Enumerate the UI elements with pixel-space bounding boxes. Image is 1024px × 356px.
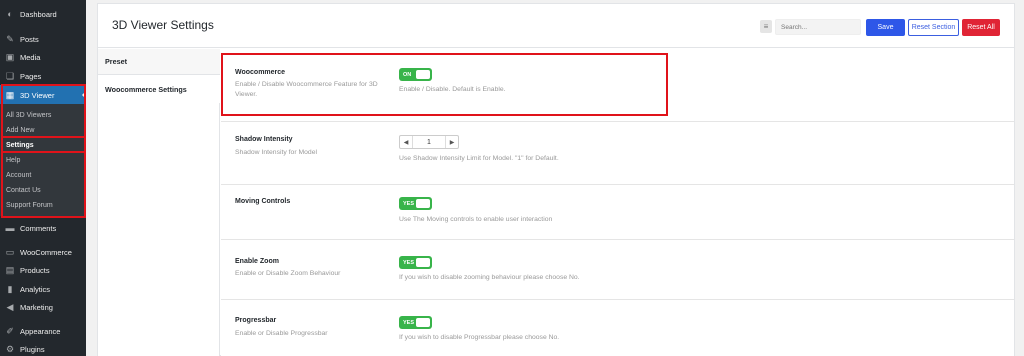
menu-item-comments[interactable]: ▬ Comments xyxy=(0,218,86,238)
analytics-icon: ▮ xyxy=(7,283,13,294)
setting-row-enable-zoom: Enable Zoom Enable or Disable Zoom Behav… xyxy=(221,240,1014,300)
tab-woocommerce-settings[interactable]: Woocommerce Settings xyxy=(98,75,220,103)
setting-help: Use The Moving controls to enable user i… xyxy=(399,216,553,223)
settings-panel: 3D Viewer Settings ≡ Save Reset Section … xyxy=(97,3,1015,356)
menu-item-pages[interactable]: ❏ Pages xyxy=(0,66,86,86)
setting-label: Progressbar xyxy=(235,317,277,324)
menu-item-posts[interactable]: ✎ Posts xyxy=(0,29,86,49)
decrement-icon[interactable]: ◀ xyxy=(400,136,412,148)
menu-item-analytics[interactable]: ▮ Analytics xyxy=(0,279,86,299)
menu-label: Plugins xyxy=(20,344,45,354)
setting-row-shadow-intensity: Shadow Intensity Shadow Intensity for Mo… xyxy=(221,122,1014,185)
settings-content: Woocommerce Enable / Disable Woocommerce… xyxy=(221,49,1014,356)
setting-help: If you wish to disable Progressbar pleas… xyxy=(399,334,560,341)
menu-label: Comments xyxy=(20,223,57,233)
save-button[interactable]: Save xyxy=(866,19,905,36)
menu-item-dashboard[interactable]: ◐ Dashboard xyxy=(0,4,86,24)
toggle-knob xyxy=(416,199,430,208)
menu-item-plugins[interactable]: ⚙ Plugins xyxy=(0,339,86,356)
progressbar-toggle[interactable]: YES xyxy=(399,316,432,329)
menu-item-appearance[interactable]: ✐ Appearance xyxy=(0,321,86,341)
menu-item-products[interactable]: ▤ Products xyxy=(0,260,86,280)
comments-icon: ▬ xyxy=(5,223,15,233)
page-title: 3D Viewer Settings xyxy=(112,18,214,32)
settings-tabs: Preset Woocommerce Settings xyxy=(98,49,220,356)
pages-icon: ❏ xyxy=(5,70,15,81)
setting-row-progressbar: Progressbar Enable or Disable Progressba… xyxy=(221,300,1014,356)
admin-sidebar: ◐ Dashboard ✎ Posts ▣ Media ❏ Pages ▦ 3D View… xyxy=(0,0,86,356)
menu-label: Marketing xyxy=(20,302,53,312)
setting-help: Use Shadow Intensity Limit for Model. "1… xyxy=(399,155,559,162)
woocommerce-icon: ▭ xyxy=(5,246,15,257)
shadow-intensity-stepper[interactable]: ◀ 1 ▶ xyxy=(399,135,459,149)
toggle-label: YES xyxy=(403,319,415,326)
setting-label: Enable Zoom xyxy=(235,258,279,265)
menu-item-media[interactable]: ▣ Media xyxy=(0,47,86,67)
setting-row-moving-controls: Moving Controls YES Use The Moving contr… xyxy=(221,185,1014,240)
search-input[interactable] xyxy=(775,19,861,35)
reset-section-button[interactable]: Reset Section xyxy=(908,19,959,36)
settings-header: 3D Viewer Settings ≡ Save Reset Section … xyxy=(98,4,1014,48)
menu-label: WooCommerce xyxy=(20,247,72,257)
setting-description: Enable or Disable Progressbar xyxy=(235,330,328,337)
toggle-label: YES xyxy=(403,200,415,207)
products-icon: ▤ xyxy=(5,264,15,275)
highlight-woocommerce-row xyxy=(221,53,668,116)
pin-icon: ✎ xyxy=(6,33,14,44)
tab-preset[interactable]: Preset xyxy=(98,49,220,75)
setting-label: Moving Controls xyxy=(235,198,291,205)
menu-label: Posts xyxy=(20,34,39,44)
media-icon: ▣ xyxy=(5,51,15,62)
menu-label: Appearance xyxy=(20,326,61,336)
menu-label: Dashboard xyxy=(20,9,57,19)
hamburger-icon[interactable]: ≡ xyxy=(760,20,772,33)
menu-item-marketing[interactable]: ◀ Marketing xyxy=(0,297,86,317)
stepper-value[interactable]: 1 xyxy=(412,136,446,148)
menu-item-woocommerce[interactable]: ▭ WooCommerce xyxy=(0,242,86,262)
menu-label: Products xyxy=(20,265,50,275)
menu-label: Pages xyxy=(20,71,42,81)
moving-controls-toggle[interactable]: YES xyxy=(399,197,432,210)
reset-all-button[interactable]: Reset All xyxy=(962,19,1000,36)
toggle-knob xyxy=(416,258,430,267)
setting-description: Enable or Disable Zoom Behaviour xyxy=(235,270,341,277)
increment-icon[interactable]: ▶ xyxy=(446,136,458,148)
plugins-icon: ⚙ xyxy=(5,343,15,354)
setting-help: If you wish to disable zooming behaviour… xyxy=(399,274,580,281)
setting-description: Shadow Intensity for Model xyxy=(235,149,317,156)
toggle-label: YES xyxy=(403,259,415,266)
appearance-icon: ✐ xyxy=(6,325,14,336)
setting-label: Shadow Intensity xyxy=(235,136,293,143)
highlight-settings-item xyxy=(1,136,86,153)
app: ◐ Dashboard ✎ Posts ▣ Media ❏ Pages ▦ 3D View… xyxy=(0,0,1024,356)
enable-zoom-toggle[interactable]: YES xyxy=(399,256,432,269)
toggle-knob xyxy=(416,318,430,327)
marketing-icon: ◀ xyxy=(6,301,14,312)
dashboard-icon: ◐ xyxy=(7,9,13,19)
menu-label: Media xyxy=(20,52,41,62)
menu-label: Analytics xyxy=(20,284,51,294)
